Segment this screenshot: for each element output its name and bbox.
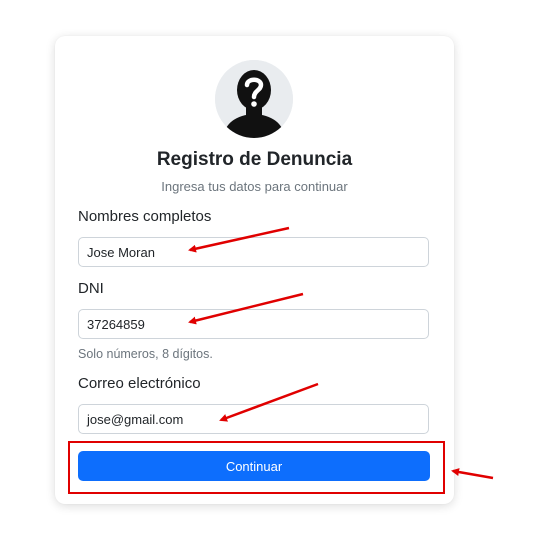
email-label: Correo electrónico: [78, 375, 201, 392]
page-subtitle: Ingresa tus datos para continuar: [161, 179, 348, 194]
dni-input-value: 37264859: [87, 316, 145, 332]
page-title: Registro de Denuncia: [156, 149, 353, 170]
dni-hint: Solo números, 8 dígitos.: [78, 347, 213, 361]
registration-card: Registro de Denuncia Ingresa tus datos p…: [55, 36, 454, 504]
name-input-value: Jose Moran: [87, 244, 155, 260]
name-label: Nombres completos: [78, 208, 212, 225]
email-input[interactable]: jose@gmail.com: [78, 404, 429, 434]
annotation-highlight-box: [68, 441, 445, 494]
name-input[interactable]: Jose Moran: [78, 237, 429, 267]
anonymous-user-icon: [215, 60, 293, 138]
email-input-value: jose@gmail.com: [87, 411, 184, 427]
dni-label: DNI: [78, 280, 104, 297]
annotation-arrow-button: [451, 468, 494, 480]
dni-input[interactable]: 37264859: [78, 309, 429, 339]
